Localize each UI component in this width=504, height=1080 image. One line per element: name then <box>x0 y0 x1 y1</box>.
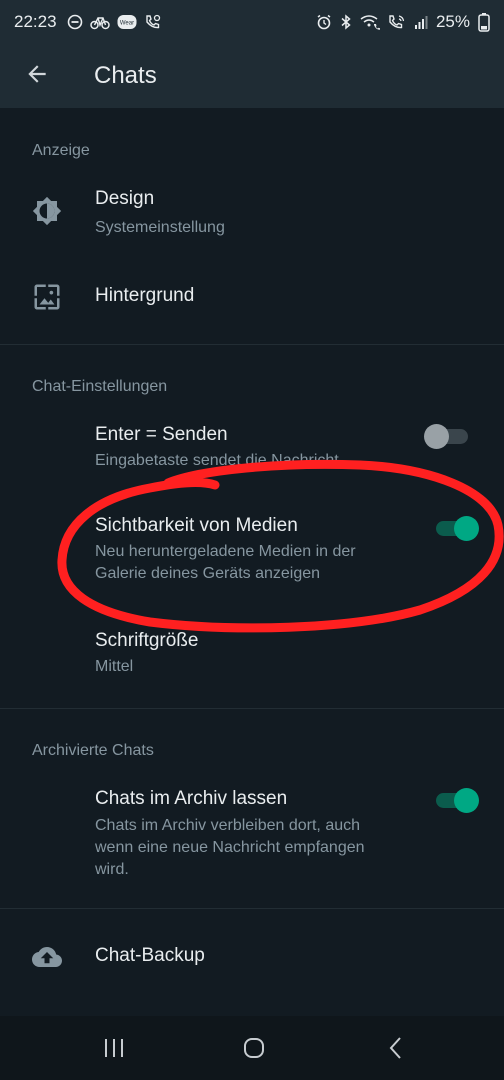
home-icon <box>242 1036 266 1065</box>
toggle-knob <box>454 788 479 813</box>
enter-send-description: Eingabetaste sendet die Nachricht <box>95 452 339 469</box>
design-label: Design <box>95 188 155 209</box>
divider <box>0 344 504 345</box>
setting-media-visibility[interactable]: Sichtbarkeit von Medien Neu heruntergela… <box>0 504 504 604</box>
section-header-display: Anzeige <box>32 142 90 159</box>
status-bar: 22:23 Wear 25% <box>0 0 504 44</box>
battery-icon <box>478 12 490 32</box>
chat-backup-label: Chat-Backup <box>95 945 205 966</box>
media-visibility-toggle[interactable] <box>434 514 480 542</box>
phone-settings-icon <box>144 14 162 30</box>
bluetooth-icon <box>340 14 352 30</box>
status-time: 22:23 <box>14 12 57 31</box>
setting-enter-send[interactable]: Enter = Senden Eingabetaste sendet die N… <box>0 412 504 486</box>
app-bar: Chats <box>0 44 504 108</box>
divider <box>0 908 504 909</box>
font-size-value: Mittel <box>95 658 134 675</box>
page-title: Chats <box>94 62 157 89</box>
setting-font-size[interactable]: Schriftgröße Mittel <box>0 620 504 692</box>
nav-back-button[interactable] <box>366 1030 426 1070</box>
signal-icon <box>414 14 428 30</box>
setting-wallpaper[interactable]: Hintergrund <box>0 266 504 328</box>
section-header-archived: Archivierte Chats <box>32 742 154 759</box>
design-value: Systemeinstellung <box>95 219 225 236</box>
brightness-icon <box>32 196 62 226</box>
wallpaper-label: Hintergrund <box>95 285 195 306</box>
wear-icon: Wear <box>117 14 137 30</box>
alarm-icon <box>316 14 332 30</box>
bicycle-icon <box>89 14 110 30</box>
keep-archived-description: Chats im Archiv verbleiben dort, auch we… <box>95 817 365 878</box>
wear-icon-label: Wear <box>119 21 133 27</box>
keep-archived-toggle[interactable] <box>434 786 480 814</box>
enter-send-toggle[interactable] <box>424 422 470 450</box>
toggle-knob <box>424 424 449 449</box>
section-header-chat-settings: Chat-Einstellungen <box>32 378 168 395</box>
wifi-call-icon <box>360 14 380 30</box>
media-visibility-label: Sichtbarkeit von Medien <box>95 515 298 536</box>
home-button[interactable] <box>224 1030 284 1070</box>
system-nav-bar <box>0 1016 504 1080</box>
media-visibility-description: Neu heruntergeladene Medien in der Galer… <box>95 543 356 582</box>
font-size-label: Schriftgröße <box>95 630 199 651</box>
minus-circle-icon <box>67 14 83 30</box>
chevron-left-icon <box>386 1036 406 1065</box>
battery-percent: 25% <box>435 12 470 31</box>
wallpaper-icon <box>32 282 62 312</box>
recents-icon <box>103 1037 125 1064</box>
setting-design[interactable]: Design Systemeinstellung <box>0 178 504 248</box>
back-button[interactable] <box>0 44 74 108</box>
setting-keep-archived[interactable]: Chats im Archiv lassen Chats im Archiv v… <box>0 776 504 890</box>
cloud-upload-icon <box>32 942 62 972</box>
keep-archived-label: Chats im Archiv lassen <box>95 788 288 809</box>
enter-send-label: Enter = Senden <box>95 424 228 445</box>
recent-apps-button[interactable] <box>84 1030 144 1070</box>
arrow-back-icon <box>24 61 50 92</box>
divider <box>0 708 504 709</box>
setting-chat-backup[interactable]: Chat-Backup <box>0 926 504 988</box>
toggle-knob <box>454 516 479 541</box>
volte-icon <box>388 14 406 30</box>
